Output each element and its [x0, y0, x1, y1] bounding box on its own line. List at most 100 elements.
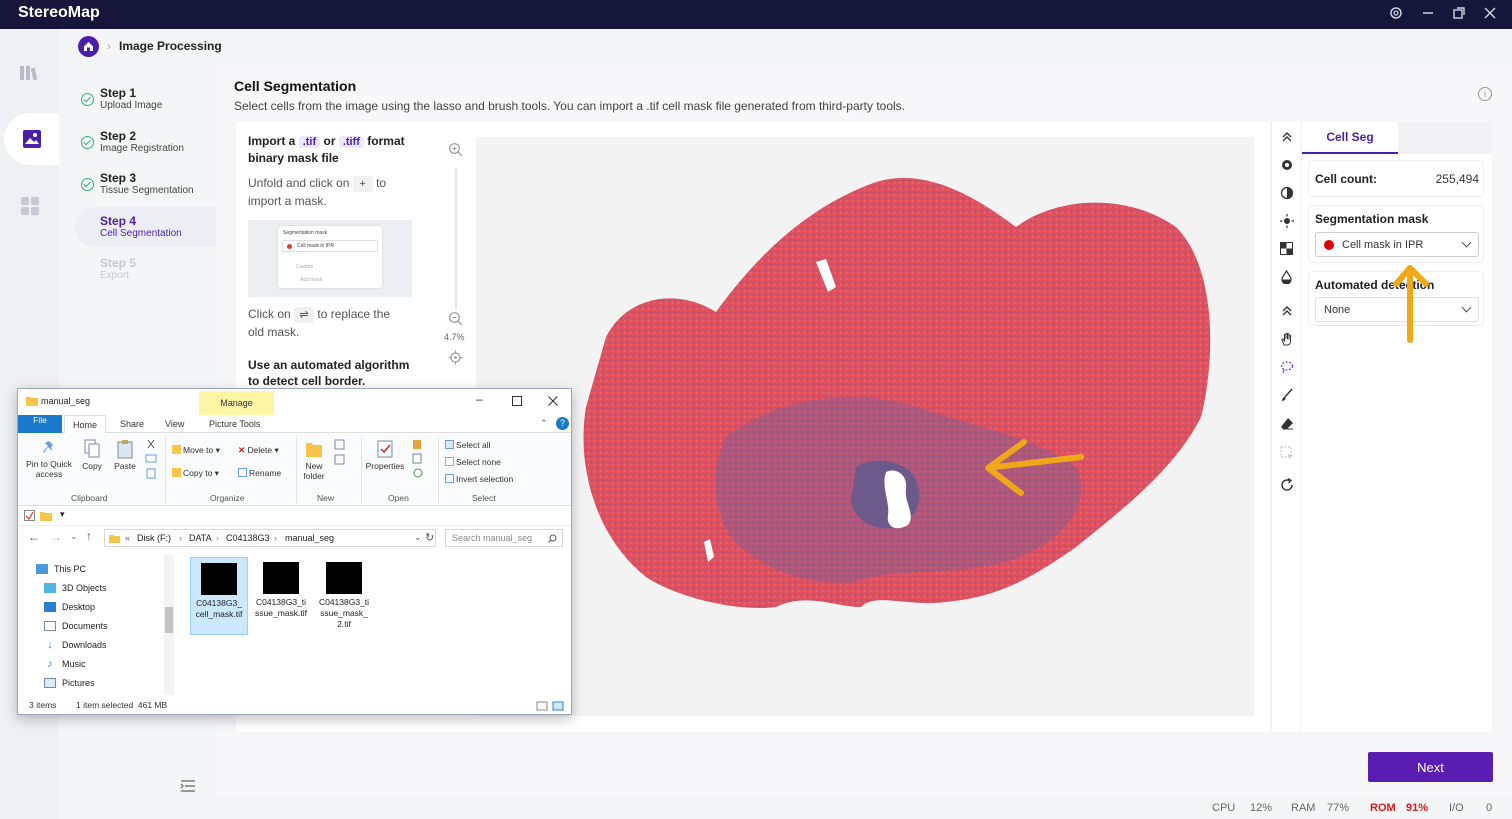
home-icon[interactable] [78, 35, 99, 57]
pin-quick-access-button[interactable]: Pin to Quick access [22, 439, 76, 479]
lasso-icon[interactable] [1278, 358, 1295, 375]
recent-dropdown-icon[interactable]: ⌄ [70, 531, 78, 542]
nav-documents[interactable]: Documents [44, 618, 108, 634]
mini-title: Segmentation mask [283, 230, 328, 236]
library-icon[interactable] [0, 47, 59, 99]
chevron-down-icon[interactable]: ⌄ [414, 532, 422, 543]
path-disk[interactable]: Disk (F:) [137, 533, 171, 543]
up-icon[interactable]: ↑ [86, 529, 92, 543]
select-none-button[interactable]: Select none [445, 457, 501, 467]
chevron-up-icon[interactable]: ⌃ [540, 418, 548, 429]
address-bar[interactable]: « Disk (F:) › DATA › C04138G3 › manual_s… [104, 529, 436, 547]
file-item[interactable]: C04138G3_tissue_mask.tif [252, 557, 310, 633]
contrast-icon[interactable] [1278, 184, 1295, 201]
nav-scrollbar[interactable] [164, 555, 174, 695]
settings-gear-icon[interactable] [1278, 156, 1295, 173]
tab-picture-tools[interactable]: Picture Tools [201, 415, 268, 433]
checkerboard-icon[interactable] [1278, 240, 1295, 257]
explorer-title-bar[interactable]: manual_seg Manage – [18, 389, 571, 415]
copy-to-button[interactable]: Copy to ▾ [172, 468, 219, 479]
properties-button[interactable]: Properties [364, 439, 406, 471]
file-thumbnail [201, 563, 237, 595]
image-canvas[interactable] [476, 137, 1254, 716]
nav-music[interactable]: ♪ Music [44, 656, 85, 672]
auto-detection-value: None [1324, 304, 1351, 316]
qat-dropdown-icon[interactable]: ▾ [60, 509, 65, 520]
zoom-in-icon[interactable] [448, 142, 463, 157]
move-to-button[interactable]: Move to ▾ [172, 445, 220, 456]
settings-icon[interactable] [1387, 6, 1405, 24]
nav-desktop[interactable]: Desktop [44, 599, 95, 615]
step-3[interactable]: Step 3 Tissue Segmentation [75, 164, 216, 204]
step-1[interactable]: Step 1 Upload Image [75, 79, 216, 119]
maximize-icon[interactable] [512, 396, 522, 406]
file-explorer-window[interactable]: manual_seg Manage – File Home Share View… [17, 388, 572, 715]
segmentation-mask-select[interactable]: Cell mask in IPR [1315, 232, 1479, 257]
new-item-icons[interactable] [334, 439, 350, 469]
invert-selection-button[interactable]: Invert selection [445, 474, 513, 484]
paste-button[interactable]: Paste [113, 439, 137, 471]
next-button[interactable]: Next [1368, 752, 1493, 782]
eraser-icon[interactable] [1278, 414, 1295, 431]
search-input[interactable]: Search manual_seg [445, 529, 563, 547]
invert-selection-icon [445, 474, 454, 483]
tab-cell-seg[interactable]: Cell Seg [1302, 122, 1398, 154]
image-processing-icon[interactable] [4, 113, 59, 165]
new-folder-button[interactable]: New folder [300, 439, 328, 481]
file-item[interactable]: C04138G3_tissue_mask_2.tif [315, 557, 373, 633]
apps-icon[interactable] [0, 180, 59, 232]
mask-color-dot [1324, 240, 1334, 250]
guide-screenshot: Segmentation mask Cell mask in IPR Custo… [248, 220, 412, 297]
path-manual-seg[interactable]: manual_seg [285, 533, 334, 543]
pan-hand-icon[interactable] [1278, 330, 1295, 347]
info-icon[interactable]: i [1478, 87, 1492, 101]
delete-button[interactable]: ✕ Delete ▾ [238, 445, 279, 456]
copy-button[interactable]: Copy [80, 439, 104, 471]
select-all-button[interactable]: Select all [445, 440, 491, 450]
restore-icon[interactable] [1450, 6, 1468, 24]
close-icon[interactable] [1481, 6, 1499, 24]
path-c04138g3[interactable]: C04138G3 [226, 533, 270, 543]
file-item[interactable]: C04138G3_cell_mask.tif [190, 557, 248, 635]
forward-icon[interactable]: → [50, 530, 62, 544]
opacity-icon[interactable] [1278, 268, 1295, 285]
minimize-icon[interactable] [1419, 6, 1437, 24]
back-icon[interactable]: ← [28, 530, 40, 544]
tab-home[interactable]: Home [64, 415, 107, 433]
view-toggle-icons[interactable] [536, 701, 566, 711]
zoom-out-icon[interactable] [448, 311, 463, 326]
tab-share[interactable]: Share [112, 415, 152, 433]
minimize-icon[interactable]: – [476, 392, 483, 406]
nav-pictures[interactable]: Pictures [44, 675, 95, 691]
collapse-tools-icon[interactable] [1278, 302, 1295, 319]
brush-icon[interactable] [1278, 386, 1295, 403]
scrollbar-thumb[interactable] [165, 607, 173, 633]
nav-this-pc[interactable]: This PC [36, 561, 86, 577]
panel-tabbar [1398, 122, 1492, 154]
document-icon [44, 621, 56, 631]
refresh-icon[interactable]: ↻ [425, 531, 434, 544]
fit-center-icon[interactable] [448, 350, 463, 365]
brightness-icon[interactable] [1278, 212, 1295, 229]
collapse-menu-icon[interactable] [180, 779, 196, 793]
tab-view[interactable]: View [157, 415, 192, 433]
rename-button[interactable]: Rename [238, 468, 281, 478]
open-edit-history-icons[interactable] [411, 439, 429, 479]
step-2[interactable]: Step 2 Image Registration [75, 122, 216, 162]
plus-icon: + [352, 176, 373, 192]
zoom-slider[interactable] [455, 168, 457, 308]
reset-icon[interactable] [1278, 476, 1295, 493]
copy-to-icon [172, 468, 181, 477]
nav-3d-objects[interactable]: 3D Objects [44, 580, 107, 596]
nav-downloads[interactable]: ↓ Downloads [44, 637, 106, 653]
step-4[interactable]: Step 4 Cell Segmentation [75, 207, 216, 247]
tab-manage[interactable]: Manage [199, 391, 274, 415]
cut-copypath-icons[interactable] [145, 439, 157, 479]
qat-icons[interactable] [24, 510, 54, 522]
close-icon[interactable] [548, 396, 558, 406]
path-data[interactable]: DATA [189, 533, 212, 543]
help-icon[interactable]: ? [556, 417, 569, 430]
select-region-icon[interactable] [1278, 444, 1295, 461]
path-overflow[interactable]: « [125, 533, 130, 543]
collapse-up-icon[interactable] [1278, 128, 1295, 145]
